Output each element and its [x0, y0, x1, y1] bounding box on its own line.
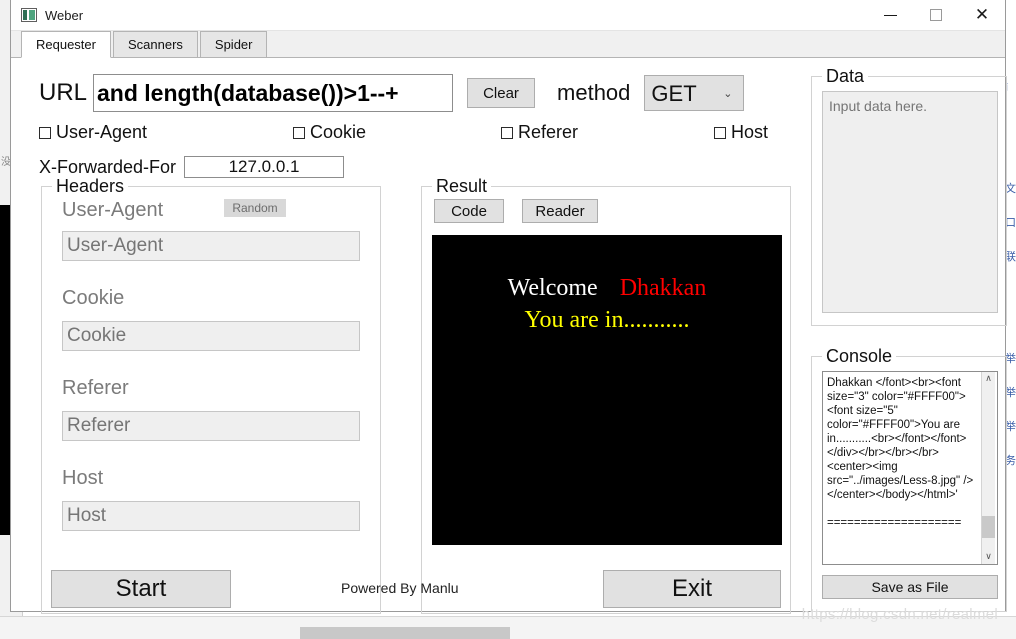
header-label-host: Host	[62, 467, 104, 489]
title-bar: Weber ✕	[11, 0, 1005, 31]
checkbox-label: User-Agent	[56, 122, 148, 142]
checkbox-host[interactable]: Host	[714, 122, 768, 143]
result-group-title: Result	[432, 176, 492, 197]
headers-group-title: Headers	[52, 176, 129, 197]
result-status-text: You are in...........	[524, 307, 690, 333]
tab-bar: Requester Scanners Spider	[11, 31, 1005, 58]
random-user-agent-button[interactable]: Random	[224, 199, 286, 217]
reader-view-button[interactable]: Reader	[522, 199, 598, 223]
header-label-user-agent: User-Agent	[62, 199, 164, 221]
method-select[interactable]: GET	[644, 75, 745, 111]
header-toggle-row: User-Agent Cookie Referer Host	[39, 122, 779, 146]
url-row: URL Clear method GET ⌄	[39, 74, 745, 112]
url-label: URL	[39, 79, 88, 106]
powered-by-label: Powered By Manlu	[341, 580, 459, 596]
checkbox-referer[interactable]: Referer	[501, 122, 578, 143]
header-input-user-agent[interactable]	[62, 231, 360, 261]
minimize-button[interactable]	[867, 0, 913, 30]
checkbox-box-icon	[714, 126, 726, 139]
window-title: Weber	[45, 7, 84, 23]
tab-spider[interactable]: Spider	[199, 31, 268, 57]
maximize-icon	[930, 9, 942, 21]
tab-scanners[interactable]: Scanners	[112, 31, 198, 57]
header-input-host[interactable]	[62, 501, 360, 531]
start-button[interactable]: Start	[51, 570, 231, 608]
x-forwarded-for-label: X-Forwarded-For	[39, 156, 177, 177]
scrollbar-thumb[interactable]	[982, 516, 995, 538]
checkbox-label: Host	[731, 122, 769, 142]
scroll-down-icon[interactable]: ∨	[982, 550, 995, 564]
close-button[interactable]: ✕	[959, 0, 1005, 30]
tab-requester[interactable]: Requester	[21, 31, 111, 58]
checkbox-box-icon	[293, 126, 305, 139]
result-group: Result Code Reader Welcome Dhakkan You ar…	[421, 176, 791, 614]
code-view-button[interactable]: Code	[434, 199, 504, 223]
maximize-button[interactable]	[913, 0, 959, 30]
data-input-textarea[interactable]	[822, 91, 998, 313]
requester-panel: URL Clear method GET ⌄ User-Agent Cookie	[11, 58, 1007, 614]
result-welcome-text: Welcome	[507, 275, 598, 301]
console-scrollbar[interactable]: ∧ ∨	[981, 372, 995, 564]
console-group: Console Dhakkan </font><br><font size="3…	[811, 346, 1007, 612]
checkbox-box-icon	[501, 126, 513, 139]
application-window: Weber ✕ Requester Scanners Spider URL Cl…	[10, 0, 1007, 614]
background-horizontal-scrollbar[interactable]	[300, 627, 510, 639]
console-output: Dhakkan </font><br><font size="3" color=…	[822, 371, 998, 565]
checkbox-label: Cookie	[310, 122, 367, 142]
header-label-referer: Referer	[62, 377, 129, 399]
result-render-area: Welcome Dhakkan You are in...........	[432, 235, 782, 545]
url-input[interactable]	[93, 74, 454, 112]
minimize-icon	[883, 14, 897, 16]
app-logo-icon	[21, 8, 37, 22]
watermark-text: https://blog.csdn.net/realmel	[801, 606, 998, 623]
checkbox-label: Referer	[518, 122, 579, 142]
save-as-file-button[interactable]: Save as File	[822, 575, 998, 599]
console-group-title: Console	[822, 346, 897, 367]
exit-button[interactable]: Exit	[603, 570, 781, 608]
checkbox-user-agent[interactable]: User-Agent	[39, 122, 147, 143]
result-name-text: Dhakkan	[619, 275, 707, 301]
checkbox-box-icon	[39, 126, 51, 139]
method-select-wrapper: GET ⌄	[630, 75, 745, 111]
x-forwarded-for-input[interactable]	[184, 156, 345, 178]
result-welcome-line: Welcome Dhakkan	[432, 275, 782, 302]
scroll-up-icon[interactable]: ∧	[982, 372, 995, 386]
headers-group: Headers User-Agent Random Cookie Referer…	[41, 176, 381, 614]
header-label-cookie: Cookie	[62, 287, 125, 309]
checkbox-cookie[interactable]: Cookie	[293, 122, 366, 143]
close-icon: ✕	[974, 4, 990, 25]
data-group: Data	[811, 66, 1007, 326]
header-input-cookie[interactable]	[62, 321, 360, 351]
header-input-referer[interactable]	[62, 411, 360, 441]
x-forwarded-for-row: X-Forwarded-For	[39, 156, 345, 178]
method-label: method	[557, 80, 631, 105]
clear-button[interactable]: Clear	[467, 78, 536, 108]
data-group-title: Data	[822, 66, 869, 87]
